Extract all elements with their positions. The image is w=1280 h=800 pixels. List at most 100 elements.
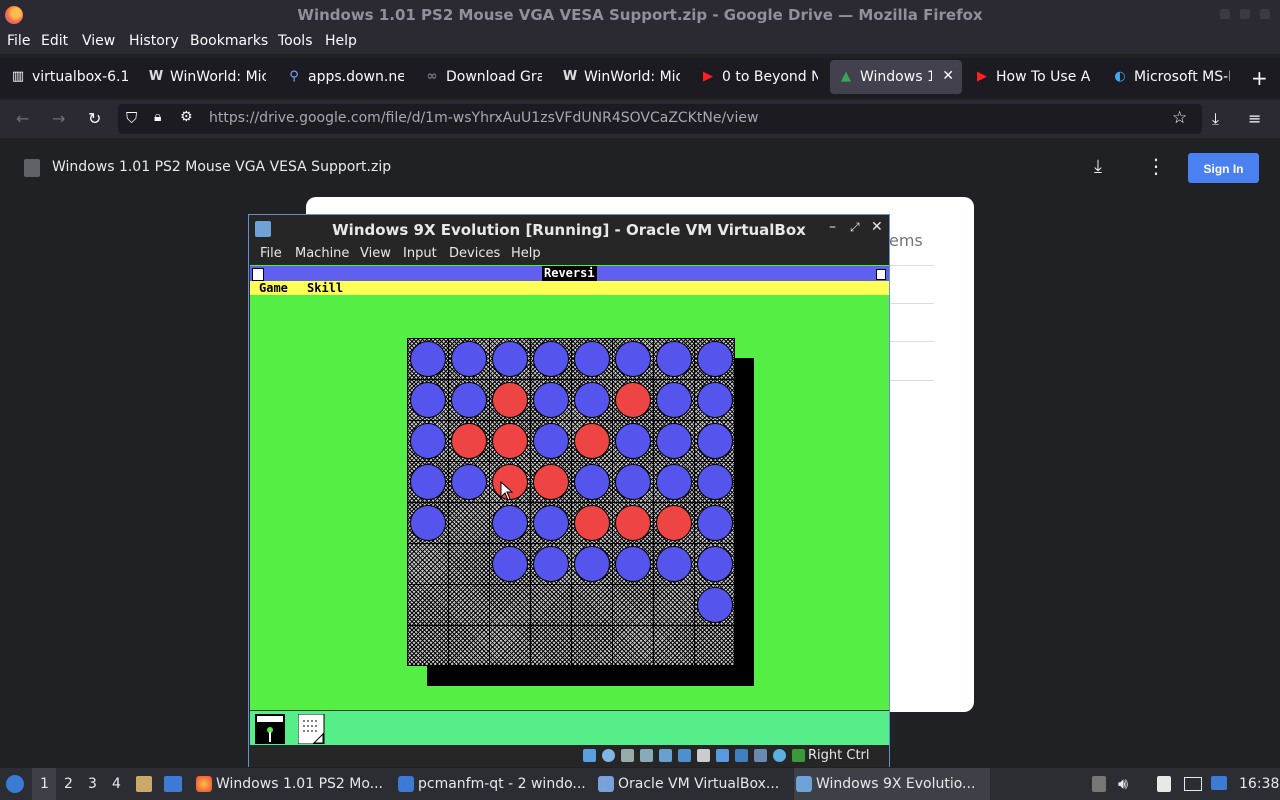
volume-icon[interactable]: 🔊︎ [1118, 774, 1128, 794]
blue-disc[interactable] [574, 382, 610, 418]
shield-icon[interactable]: ⛉ [126, 109, 137, 127]
blue-disc[interactable] [574, 464, 610, 500]
blue-disc[interactable] [492, 341, 528, 377]
menu-bookmarks[interactable]: Bookmarks [190, 33, 268, 49]
tab[interactable]: ▶ How To Use A [966, 60, 1102, 94]
shared-folders-icon[interactable] [697, 749, 710, 762]
sign-in-button[interactable]: Sign In [1188, 153, 1259, 183]
blue-disc[interactable] [697, 382, 733, 418]
tab-active[interactable]: ▲ Windows 1.0 ✕ [830, 60, 962, 94]
notepad-icon[interactable] [298, 714, 328, 744]
forward-button[interactable]: → [52, 109, 65, 128]
blue-disc[interactable] [410, 423, 446, 459]
mouse-integration-icon[interactable] [773, 749, 786, 762]
maximize-button[interactable] [1240, 9, 1250, 19]
red-disc[interactable] [574, 423, 610, 459]
minimize-icon[interactable]: – [829, 219, 836, 235]
permissions-icon[interactable]: ⚙ [180, 109, 193, 125]
workspace-3[interactable]: 3 [88, 776, 97, 792]
menu-edit[interactable]: Edit [41, 33, 68, 49]
msdos-executive-icon[interactable] [255, 714, 285, 744]
blue-disc[interactable] [451, 464, 487, 500]
menu-view[interactable]: View [82, 33, 115, 49]
vbox-menu-view[interactable]: View [360, 246, 391, 261]
red-disc[interactable] [615, 505, 651, 541]
red-disc[interactable] [451, 423, 487, 459]
download-icon[interactable]: ⤓ [1094, 156, 1102, 177]
optical-drive-icon[interactable] [602, 749, 615, 762]
tab[interactable]: ▶ 0 to Beyond N [692, 60, 828, 94]
blue-disc[interactable] [697, 341, 733, 377]
red-disc[interactable] [533, 464, 569, 500]
blue-disc[interactable] [410, 341, 446, 377]
reversi-board[interactable] [407, 338, 735, 666]
taskbar-item-vm[interactable]: Windows 9X Evolutio... [794, 768, 990, 800]
blue-disc[interactable] [492, 505, 528, 541]
blue-disc[interactable] [533, 505, 569, 541]
close-button[interactable] [1260, 9, 1270, 19]
tab[interactable]: W WinWorld: Mic [140, 60, 276, 94]
blue-disc[interactable] [656, 546, 692, 582]
workspace-1[interactable]: 1 [40, 776, 49, 792]
tab[interactable]: W WinWorld: Mic [554, 60, 690, 94]
blue-disc[interactable] [697, 505, 733, 541]
more-options-icon[interactable]: ⋮ [1146, 154, 1166, 178]
blue-disc[interactable] [656, 464, 692, 500]
taskbar-item-virtualbox[interactable]: Oracle VM VirtualBox... [596, 768, 788, 800]
back-button[interactable]: ← [16, 109, 29, 128]
tray-status-icon[interactable] [1211, 776, 1227, 790]
downloads-icon[interactable]: ⤓ [1212, 109, 1219, 129]
tab[interactable]: ⚲ apps.down.ne [278, 60, 414, 94]
blue-disc[interactable] [451, 382, 487, 418]
blue-disc[interactable] [492, 546, 528, 582]
audio-icon[interactable] [640, 749, 653, 762]
blue-disc[interactable] [533, 423, 569, 459]
network-icon[interactable] [659, 749, 672, 762]
tab[interactable]: ◐ Microsoft MS-D [1104, 60, 1240, 94]
blue-disc[interactable] [533, 382, 569, 418]
red-disc[interactable] [574, 505, 610, 541]
blue-disc[interactable] [574, 546, 610, 582]
menu-history[interactable]: History [129, 33, 179, 49]
taskbar-item-firefox[interactable]: Windows 1.01 PS2 Mo... [194, 768, 390, 800]
maximize-icon[interactable]: ⤢ [850, 220, 860, 235]
blue-disc[interactable] [697, 546, 733, 582]
show-desktop-icon[interactable] [164, 776, 182, 792]
vbox-menu-help[interactable]: Help [511, 246, 541, 261]
blue-disc[interactable] [533, 546, 569, 582]
reversi-menu-skill[interactable]: Skill [307, 281, 343, 295]
close-tab-icon[interactable]: ✕ [942, 68, 954, 84]
red-disc[interactable] [492, 382, 528, 418]
start-menu-icon[interactable] [6, 775, 24, 793]
file-manager-icon[interactable] [136, 776, 152, 792]
vbox-menu-file[interactable]: File [260, 246, 282, 261]
bookmark-star-icon[interactable]: ☆ [1172, 108, 1187, 128]
blue-disc[interactable] [533, 341, 569, 377]
red-disc[interactable] [615, 382, 651, 418]
blue-disc[interactable] [451, 341, 487, 377]
keyboard-capture-icon[interactable] [792, 749, 805, 762]
network-tray-icon[interactable] [1184, 777, 1202, 791]
clipboard-icon[interactable] [1157, 776, 1171, 792]
close-icon[interactable]: ✕ [871, 219, 883, 235]
hamburger-menu-icon[interactable]: ≡ [1248, 109, 1261, 128]
url-bar[interactable]: ⛉ 🔒︎ ⚙ https://drive.google.com/file/d/1… [118, 104, 1202, 134]
reload-button[interactable]: ↻ [88, 109, 101, 128]
red-disc[interactable] [656, 505, 692, 541]
blue-disc[interactable] [656, 382, 692, 418]
blue-disc[interactable] [615, 464, 651, 500]
vbox-menu-machine[interactable]: Machine [295, 246, 349, 261]
red-disc[interactable] [492, 423, 528, 459]
url-text[interactable]: https://drive.google.com/file/d/1m-wsYhr… [209, 110, 758, 126]
menu-help[interactable]: Help [325, 33, 357, 49]
blue-disc[interactable] [697, 464, 733, 500]
workspace-2[interactable]: 2 [64, 776, 73, 792]
blue-disc[interactable] [697, 423, 733, 459]
tab[interactable]: ▥ virtualbox-6.1 [2, 60, 138, 94]
blue-disc[interactable] [615, 546, 651, 582]
minimize-button[interactable] [1220, 9, 1230, 19]
system-menu-icon[interactable] [252, 268, 264, 281]
new-tab-button[interactable]: + [1251, 66, 1268, 90]
menu-tools[interactable]: Tools [278, 33, 313, 49]
resize-icon[interactable] [876, 269, 886, 280]
